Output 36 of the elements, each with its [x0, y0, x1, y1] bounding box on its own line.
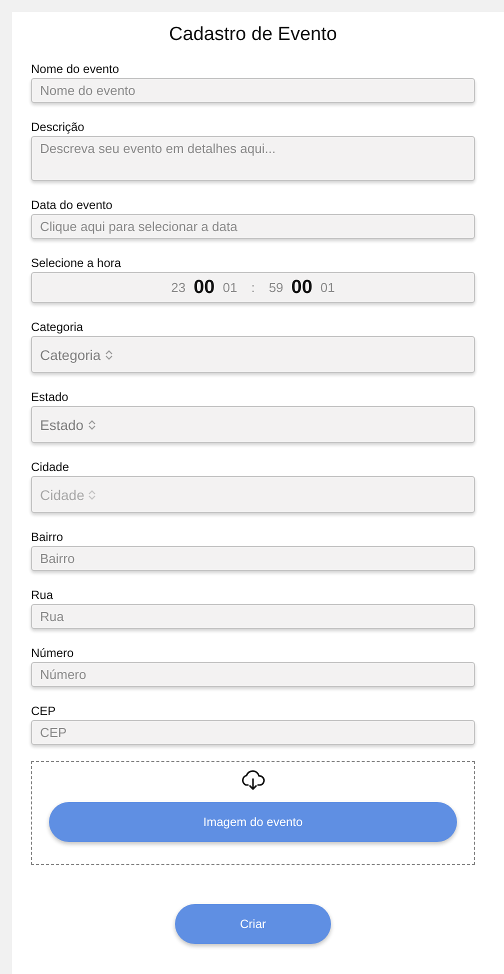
field-label: Bairro — [31, 530, 64, 544]
cloud-download-icon — [240, 770, 266, 792]
input-field[interactable]: Rua — [31, 604, 475, 629]
input-field[interactable]: Número — [31, 662, 475, 687]
sort-chevron-icon — [88, 490, 96, 500]
time-value[interactable]: 01 — [320, 280, 335, 295]
field-label: Categoria — [31, 320, 84, 334]
field-label: Cidade — [31, 460, 70, 474]
text-area[interactable]: Descreva seu evento em detalhes aqui... — [31, 136, 475, 181]
field-label: Estado — [31, 390, 70, 404]
sort-chevron-icon — [104, 350, 113, 360]
select-field[interactable]: Estado — [31, 406, 475, 443]
field-label: Rua — [31, 588, 54, 602]
field-label: Selecione a hora — [31, 256, 122, 270]
time-value[interactable]: 23 — [171, 280, 186, 295]
time-value[interactable]: 01 — [222, 280, 238, 295]
field-label: Número — [31, 646, 75, 660]
create-button[interactable]: Criar — [175, 904, 331, 944]
time-value[interactable]: 59 — [268, 280, 284, 295]
input-field[interactable]: Nome do evento — [31, 78, 475, 103]
field-label: Descrição — [31, 120, 86, 134]
field-label: Nome do evento — [31, 62, 120, 76]
field-label: Data do evento — [31, 198, 114, 212]
input-field[interactable]: CEP — [31, 720, 475, 745]
time-value[interactable]: 00 — [291, 276, 312, 298]
upload-image-button[interactable]: Imagem do evento — [49, 802, 457, 842]
input-field[interactable]: Bairro — [31, 546, 475, 571]
form-title: Cadastro de Evento — [168, 23, 338, 47]
sort-chevron-icon — [88, 420, 96, 430]
select-field[interactable]: Categoria — [31, 336, 475, 373]
time-value[interactable]: 00 — [194, 276, 215, 298]
field-label: CEP — [31, 704, 57, 718]
time-separator: : — [251, 280, 255, 295]
input-field[interactable]: Clique aqui para selecionar a data — [31, 214, 475, 239]
upload-dropzone[interactable]: Imagem do evento — [31, 761, 475, 865]
time-picker[interactable]: 23 00 01 : 59 00 01 — [31, 272, 475, 303]
